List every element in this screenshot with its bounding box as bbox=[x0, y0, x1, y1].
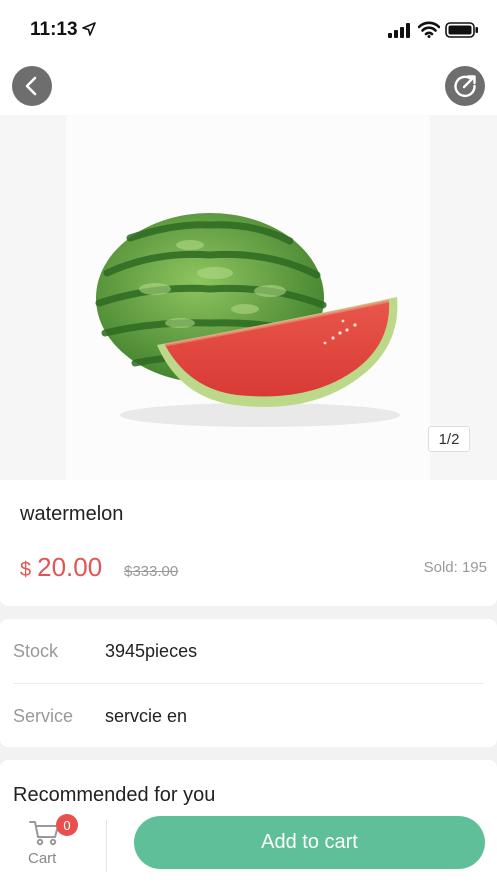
status-time: 11:13 bbox=[30, 19, 78, 40]
status-bar: 11:13 bbox=[0, 0, 497, 60]
cart-label: Cart bbox=[28, 850, 57, 867]
price-value: 20.00 bbox=[37, 552, 103, 582]
service-row[interactable]: Service servcie en bbox=[13, 684, 484, 748]
service-label: Service bbox=[13, 705, 74, 726]
stock-label: Stock bbox=[13, 640, 59, 661]
back-button[interactable] bbox=[12, 66, 52, 106]
cart-button[interactable]: 0 Cart bbox=[14, 812, 78, 872]
add-to-cart-button[interactable]: Add to cart bbox=[134, 816, 485, 869]
product-details-card: Stock 3945pieces Service servcie en bbox=[0, 619, 497, 747]
location-arrow-icon bbox=[82, 22, 96, 36]
currency-symbol: $ bbox=[20, 559, 32, 581]
product-name: watermelon bbox=[20, 503, 124, 525]
product-gallery[interactable]: 1/2 bbox=[0, 115, 497, 480]
original-price: $333.00 bbox=[124, 563, 179, 580]
signal-icon bbox=[388, 23, 410, 38]
bottom-action-bar: 0 Cart Add to cart bbox=[0, 812, 497, 883]
stock-value: 3945pieces bbox=[105, 640, 198, 661]
product-info-card: watermelon $ 20.00 $333.00 Sold: 195 bbox=[0, 480, 497, 606]
stock-row: Stock 3945pieces bbox=[13, 619, 484, 683]
service-value: servcie en bbox=[105, 705, 188, 726]
header bbox=[0, 60, 497, 115]
bar-divider bbox=[106, 820, 107, 872]
image-page-indicator: 1/2 bbox=[428, 426, 470, 452]
product-price: $ 20.00 bbox=[20, 552, 102, 583]
back-arrow-icon bbox=[25, 76, 37, 96]
cart-count-badge: 0 bbox=[56, 814, 78, 836]
battery-icon bbox=[445, 22, 478, 38]
share-icon bbox=[454, 75, 476, 98]
recommended-title: Recommended for you bbox=[13, 784, 216, 806]
product-image bbox=[95, 213, 400, 427]
wifi-icon bbox=[418, 21, 440, 38]
sold-count: Sold: 195 bbox=[423, 559, 487, 576]
share-button[interactable] bbox=[445, 66, 485, 106]
